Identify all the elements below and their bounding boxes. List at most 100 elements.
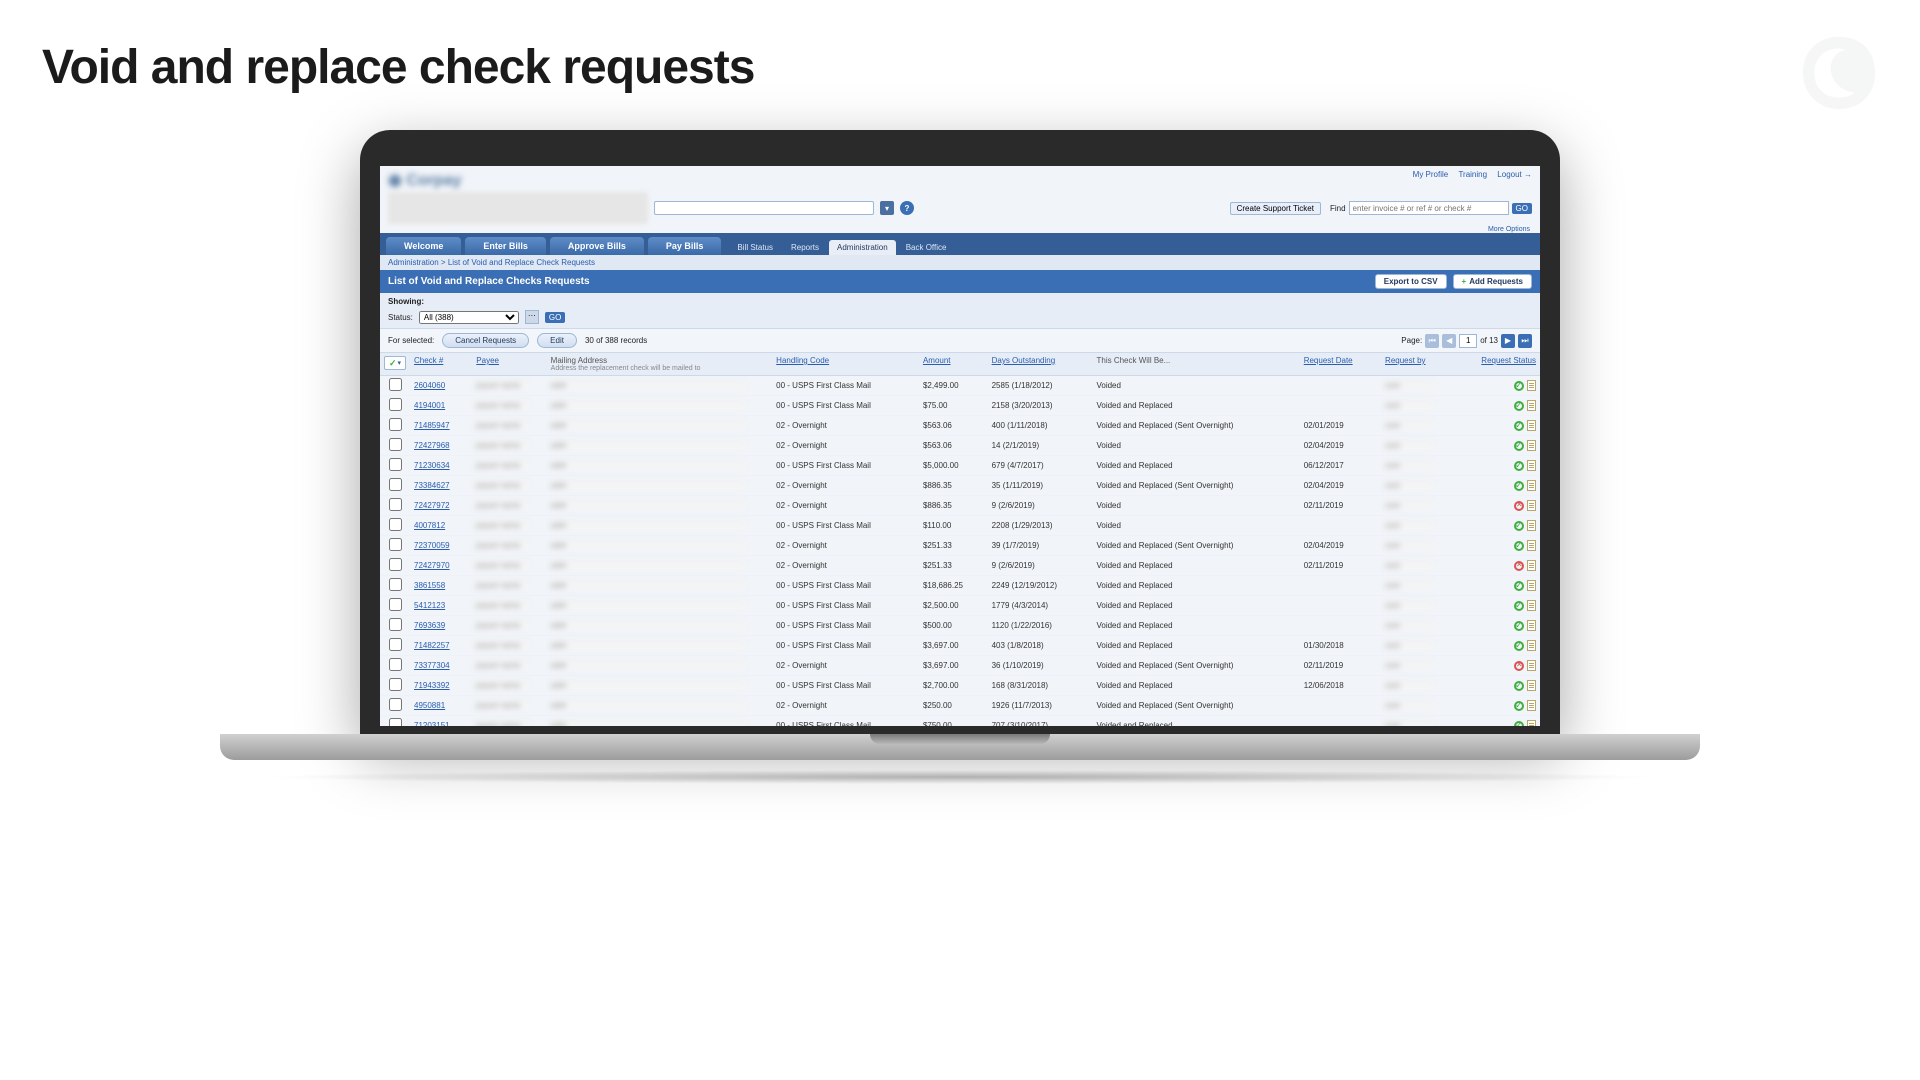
row-checkbox[interactable] xyxy=(389,658,402,671)
col-days[interactable]: Days Outstanding xyxy=(988,353,1093,376)
row-checkbox[interactable] xyxy=(389,478,402,491)
filter-options-button[interactable]: ⋯ xyxy=(525,310,539,324)
row-checkbox[interactable] xyxy=(389,598,402,611)
pager-current-input[interactable] xyxy=(1459,334,1477,348)
col-reqby[interactable]: Request by xyxy=(1381,353,1450,376)
check-number-link[interactable]: 72427968 xyxy=(414,441,450,450)
col-reqstatus[interactable]: Request Status xyxy=(1450,353,1540,376)
note-icon[interactable] xyxy=(1527,660,1536,671)
note-icon[interactable] xyxy=(1527,580,1536,591)
row-checkbox[interactable] xyxy=(389,458,402,471)
row-checkbox[interactable] xyxy=(389,618,402,631)
note-icon[interactable] xyxy=(1527,600,1536,611)
check-number-link[interactable]: 4007812 xyxy=(414,521,445,530)
pager-prev-button[interactable]: ◀ xyxy=(1442,334,1456,348)
row-checkbox[interactable] xyxy=(389,438,402,451)
note-icon[interactable] xyxy=(1527,420,1536,431)
note-icon[interactable] xyxy=(1527,720,1536,726)
find-input[interactable] xyxy=(1349,201,1509,215)
logout-link[interactable]: Logout → xyxy=(1497,170,1532,179)
cell-days: 1926 (11/7/2013) xyxy=(988,696,1093,716)
row-checkbox[interactable] xyxy=(389,498,402,511)
breadcrumb-root[interactable]: Administration xyxy=(388,258,439,267)
check-number-link[interactable]: 3861558 xyxy=(414,581,445,590)
row-checkbox[interactable] xyxy=(389,638,402,651)
col-handling[interactable]: Handling Code xyxy=(772,353,919,376)
nav-tab-enter-bills[interactable]: Enter Bills xyxy=(465,237,546,255)
training-link[interactable]: Training xyxy=(1458,170,1487,179)
filter-go-button[interactable]: GO xyxy=(545,312,565,323)
nav-tab-approve-bills[interactable]: Approve Bills xyxy=(550,237,644,255)
subtab-back-office[interactable]: Back Office xyxy=(898,240,955,255)
check-number-link[interactable]: 71230634 xyxy=(414,461,450,470)
subtab-reports[interactable]: Reports xyxy=(783,240,827,255)
check-number-link[interactable]: 72427970 xyxy=(414,561,450,570)
note-icon[interactable] xyxy=(1527,380,1536,391)
check-number-link[interactable]: 72370059 xyxy=(414,541,450,550)
check-number-link[interactable]: 5412123 xyxy=(414,601,445,610)
payee-blurred: payee name xyxy=(476,481,529,489)
check-number-link[interactable]: 4950881 xyxy=(414,701,445,710)
note-icon[interactable] xyxy=(1527,460,1536,471)
check-number-link[interactable]: 73377304 xyxy=(414,661,450,670)
row-checkbox[interactable] xyxy=(389,578,402,591)
note-icon[interactable] xyxy=(1527,620,1536,631)
cell-amount: $251.33 xyxy=(919,556,988,576)
note-icon[interactable] xyxy=(1527,700,1536,711)
row-checkbox[interactable] xyxy=(389,698,402,711)
global-search-go-icon[interactable]: ▾ xyxy=(880,201,894,215)
check-number-link[interactable]: 71482257 xyxy=(414,641,450,650)
global-search-input[interactable] xyxy=(654,201,874,215)
pager-next-button[interactable]: ▶ xyxy=(1501,334,1515,348)
col-payee[interactable]: Payee xyxy=(472,353,546,376)
subtab-administration[interactable]: Administration xyxy=(829,240,896,255)
create-support-ticket-button[interactable]: Create Support Ticket xyxy=(1230,202,1321,215)
help-icon[interactable]: ? xyxy=(900,201,914,215)
edit-button[interactable]: Edit xyxy=(537,333,577,348)
note-icon[interactable] xyxy=(1527,500,1536,511)
col-amount[interactable]: Amount xyxy=(919,353,988,376)
note-icon[interactable] xyxy=(1527,440,1536,451)
pager-last-button[interactable]: ⏭ xyxy=(1518,334,1532,348)
my-profile-link[interactable]: My Profile xyxy=(1413,170,1449,179)
row-checkbox[interactable] xyxy=(389,418,402,431)
more-options-link[interactable]: More Options xyxy=(1488,226,1530,233)
col-reqdate[interactable]: Request Date xyxy=(1300,353,1381,376)
cell-handling: 02 - Overnight xyxy=(772,556,919,576)
nav-tab-pay-bills[interactable]: Pay Bills xyxy=(648,237,722,255)
row-checkbox[interactable] xyxy=(389,398,402,411)
check-number-link[interactable]: 71943392 xyxy=(414,681,450,690)
check-number-link[interactable]: 4194001 xyxy=(414,401,445,410)
reqby-blurred: user xyxy=(1385,501,1434,509)
note-icon[interactable] xyxy=(1527,400,1536,411)
row-checkbox[interactable] xyxy=(389,518,402,531)
note-icon[interactable] xyxy=(1527,540,1536,551)
row-checkbox[interactable] xyxy=(389,378,402,391)
nav-tab-welcome[interactable]: Welcome xyxy=(386,237,461,255)
find-go-button[interactable]: GO xyxy=(1512,203,1532,214)
row-checkbox[interactable] xyxy=(389,538,402,551)
col-check[interactable]: Check # xyxy=(410,353,472,376)
note-icon[interactable] xyxy=(1527,680,1536,691)
row-checkbox[interactable] xyxy=(389,718,402,726)
note-icon[interactable] xyxy=(1527,520,1536,531)
status-filter-select[interactable]: All (388) xyxy=(419,311,519,324)
note-icon[interactable] xyxy=(1527,560,1536,571)
check-number-link[interactable]: 71203151 xyxy=(414,721,450,726)
row-checkbox[interactable] xyxy=(389,558,402,571)
export-csv-button[interactable]: Export to CSV xyxy=(1375,274,1447,289)
check-number-link[interactable]: 7693639 xyxy=(414,621,445,630)
select-all-checkbox[interactable]: ✓▾ xyxy=(384,356,406,370)
note-icon[interactable] xyxy=(1527,480,1536,491)
payee-blurred: payee name xyxy=(476,381,529,389)
check-number-link[interactable]: 73384627 xyxy=(414,481,450,490)
check-number-link[interactable]: 72427972 xyxy=(414,501,450,510)
pager-first-button[interactable]: ⏮ xyxy=(1425,334,1439,348)
note-icon[interactable] xyxy=(1527,640,1536,651)
check-number-link[interactable]: 71485947 xyxy=(414,421,450,430)
row-checkbox[interactable] xyxy=(389,678,402,691)
check-number-link[interactable]: 2604060 xyxy=(414,381,445,390)
add-requests-button[interactable]: +Add Requests xyxy=(1453,274,1532,289)
subtab-bill-status[interactable]: Bill Status xyxy=(729,240,781,255)
cancel-requests-button[interactable]: Cancel Requests xyxy=(442,333,529,348)
